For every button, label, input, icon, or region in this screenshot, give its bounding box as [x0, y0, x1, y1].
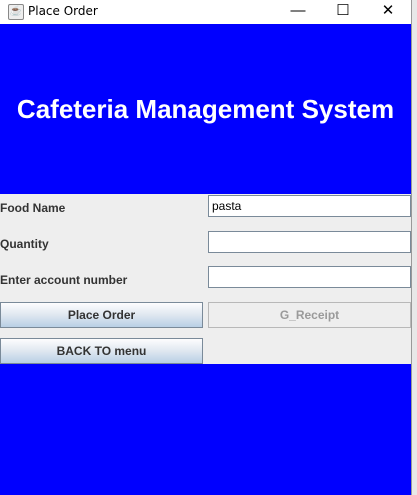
- quantity-input[interactable]: [208, 231, 411, 253]
- header-banner: Cafeteria Management System: [0, 24, 411, 194]
- food-name-label: Food Name: [0, 201, 66, 215]
- back-to-menu-button[interactable]: BACK TO menu: [0, 338, 203, 364]
- place-order-button[interactable]: Place Order: [0, 302, 203, 328]
- background-window-edge: [411, 0, 417, 495]
- app-title: Cafeteria Management System: [16, 93, 395, 124]
- close-button[interactable]: ✕: [365, 0, 411, 24]
- java-app-icon: ☕: [8, 4, 24, 20]
- quantity-label: Quantity: [0, 237, 49, 251]
- maximize-button[interactable]: ☐: [320, 0, 366, 24]
- food-name-input[interactable]: [208, 195, 411, 217]
- generate-receipt-button[interactable]: G_Receipt: [208, 302, 411, 328]
- account-number-label: Enter account number: [0, 273, 128, 287]
- order-form: Food Name Quantity Enter account number …: [0, 194, 411, 364]
- window-title: Place Order: [28, 4, 98, 18]
- account-number-input[interactable]: [208, 266, 411, 288]
- minimize-button[interactable]: —: [275, 0, 321, 24]
- place-order-window: ☕ Place Order — ☐ ✕ Cafeteria Management…: [0, 0, 411, 495]
- title-bar: ☕ Place Order — ☐ ✕: [0, 0, 411, 24]
